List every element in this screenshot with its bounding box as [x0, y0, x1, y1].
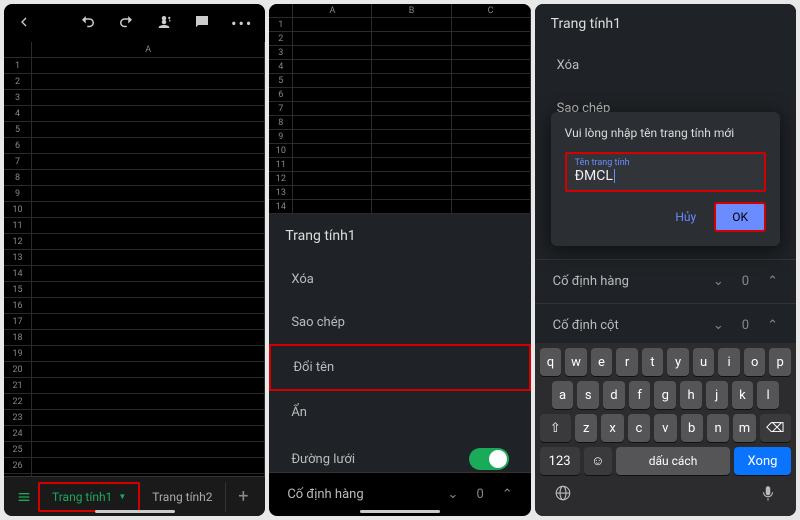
menu-item-label: Đổi tên: [293, 360, 334, 375]
key-g[interactable]: g: [654, 381, 676, 409]
add-sheet-button[interactable]: +: [227, 486, 259, 507]
undo-icon[interactable]: [79, 13, 97, 34]
redo-icon[interactable]: [117, 13, 135, 34]
key-a[interactable]: a: [552, 381, 574, 409]
key-q[interactable]: q: [540, 348, 562, 376]
menu-item-label: Ẩn: [291, 405, 307, 420]
sheets-menu-icon[interactable]: [10, 489, 38, 505]
key-shift[interactable]: ⇧: [540, 414, 571, 442]
key-emoji[interactable]: ☺: [584, 447, 612, 475]
panel-spreadsheet: ••• A12345678910111213141516171819202122…: [4, 4, 265, 516]
menu-delete-label: Xóa: [557, 58, 580, 73]
key-done[interactable]: Xong: [734, 447, 791, 475]
key-h[interactable]: h: [680, 381, 702, 409]
key-e[interactable]: e: [591, 348, 613, 376]
key-j[interactable]: j: [706, 381, 728, 409]
freeze-cols-label: Cố định cột: [553, 318, 619, 333]
rename-dialog: Vui lòng nhập tên trang tính mới Tên tra…: [551, 112, 780, 246]
menu-item-4[interactable]: Đường lưới: [269, 434, 530, 472]
key-p[interactable]: p: [769, 348, 791, 376]
menu-item-label: Sao chép: [291, 315, 345, 330]
key-f[interactable]: f: [629, 381, 651, 409]
ok-button[interactable]: OK: [714, 202, 766, 232]
chevron-up-icon[interactable]: ⌃: [767, 274, 778, 289]
key-i[interactable]: i: [718, 348, 740, 376]
chevron-up-icon[interactable]: ⌃: [502, 487, 513, 502]
key-y[interactable]: y: [667, 348, 689, 376]
menu-item-1[interactable]: Sao chép: [269, 301, 530, 344]
freeze-rows-value: 0: [742, 274, 749, 289]
input-value: ĐMCL: [575, 168, 756, 184]
chevron-down-icon[interactable]: ⌄: [713, 274, 724, 289]
freeze-rows-control[interactable]: Cố định hàng ⌄ 0 ⌃: [535, 259, 796, 303]
toolbar: •••: [4, 4, 265, 42]
freeze-cols-value: 0: [742, 318, 749, 333]
keyboard[interactable]: qwertyuiop asdfghjkl ⇧zxcvbnm⌫ 123 ☺ dấu…: [535, 343, 796, 516]
mini-grid[interactable]: ABC1234567891011121314: [269, 4, 530, 214]
menu-delete[interactable]: Xóa: [535, 44, 796, 87]
input-label: Tên trang tính: [575, 158, 756, 168]
globe-icon[interactable]: [554, 484, 572, 505]
sheet-menu-title: Trang tính1: [269, 214, 530, 258]
sheet-tab-1[interactable]: Trang tính1▼: [38, 482, 140, 512]
freeze-cols-control[interactable]: Cố định cột ⌄ 0 ⌃: [535, 303, 796, 343]
sheet-menu-title: Trang tính1: [535, 4, 796, 44]
mic-icon[interactable]: [759, 484, 777, 505]
panel-sheet-menu: ABC1234567891011121314 Trang tính1 Xóa Sa…: [269, 4, 530, 516]
sheet-name-input[interactable]: Tên trang tính ĐMCL: [565, 152, 766, 192]
freeze-rows-label: Cố định hàng: [553, 274, 629, 289]
panel-rename-dialog: Trang tính1 Xóa Sao chép Đ Ẩ Đ Vui lòng …: [535, 4, 796, 516]
menu-item-2[interactable]: Đổi tên: [269, 344, 530, 391]
sheet-menu-list: Xóa Sao chép Đổi tên Ẩn Đường lưới: [269, 258, 530, 472]
freeze-rows-value: 0: [476, 487, 483, 502]
key-t[interactable]: t: [642, 348, 664, 376]
key-n[interactable]: n: [707, 414, 729, 442]
key-w[interactable]: w: [565, 348, 587, 376]
menu-item-3[interactable]: Ẩn: [269, 391, 530, 434]
key-k[interactable]: k: [732, 381, 754, 409]
key-c[interactable]: c: [628, 414, 650, 442]
chevron-up-icon[interactable]: ⌃: [767, 318, 778, 333]
chevron-down-icon[interactable]: ⌄: [713, 318, 724, 333]
key-l[interactable]: l: [757, 381, 779, 409]
home-indicator: [360, 510, 440, 513]
cancel-button[interactable]: Hủy: [675, 210, 696, 224]
menu-item-label: Xóa: [291, 272, 314, 287]
comment-icon[interactable]: [193, 13, 211, 34]
home-indicator: [95, 510, 175, 513]
key-o[interactable]: o: [744, 348, 766, 376]
key-u[interactable]: u: [693, 348, 715, 376]
gridlines-toggle[interactable]: [469, 448, 509, 470]
menu-item-0[interactable]: Xóa: [269, 258, 530, 301]
back-button[interactable]: [16, 14, 32, 33]
key-backspace[interactable]: ⌫: [760, 414, 791, 442]
chevron-down-icon[interactable]: ⌄: [448, 487, 459, 502]
dialog-title: Vui lòng nhập tên trang tính mới: [565, 126, 766, 140]
key-v[interactable]: v: [654, 414, 676, 442]
freeze-rows-label: Cố định hàng: [287, 487, 363, 502]
key-space[interactable]: dấu cách: [616, 447, 730, 475]
key-b[interactable]: b: [681, 414, 703, 442]
more-icon[interactable]: •••: [231, 14, 253, 33]
spreadsheet-grid[interactable]: A123456789101112131415161718192021222324…: [4, 42, 265, 476]
sheet-tab-2[interactable]: Trang tính2: [140, 482, 225, 512]
key-x[interactable]: x: [601, 414, 623, 442]
key-s[interactable]: s: [577, 381, 599, 409]
key-m[interactable]: m: [733, 414, 755, 442]
menu-item-label: Đường lưới: [291, 452, 355, 467]
key-r[interactable]: r: [616, 348, 638, 376]
key-d[interactable]: d: [603, 381, 625, 409]
key-z[interactable]: z: [575, 414, 597, 442]
share-icon[interactable]: [155, 13, 173, 34]
key-numbers[interactable]: 123: [540, 447, 580, 475]
